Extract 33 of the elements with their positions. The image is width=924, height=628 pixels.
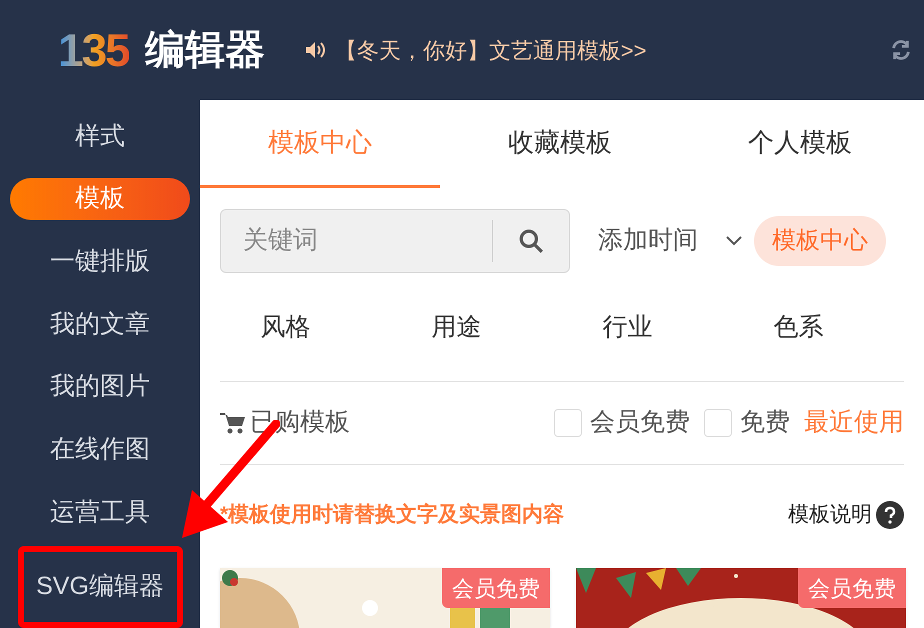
sidebar-item[interactable]: 我的文章	[10, 303, 190, 346]
checkbox[interactable]	[704, 409, 732, 438]
search-icon[interactable]	[518, 228, 544, 254]
tab[interactable]: 收藏模板	[440, 100, 680, 188]
cart-icon	[220, 412, 246, 434]
sidebar-item[interactable]: 在线作图	[10, 428, 190, 472]
sidebar-item[interactable]: 一键排版	[10, 240, 190, 284]
sidebar-item[interactable]: 样式	[10, 115, 190, 158]
member-free-badge: 会员免费	[442, 568, 550, 608]
logo-title: 编辑器	[144, 30, 265, 70]
checkbox-label: 会员免费	[590, 407, 690, 438]
checkbox[interactable]	[554, 409, 582, 438]
sidebar-item[interactable]: 运营工具	[10, 491, 190, 534]
search-field[interactable]: 关键词	[221, 222, 492, 260]
filter-option[interactable]: 色系	[713, 309, 884, 347]
filter-option[interactable]: 风格	[200, 309, 371, 347]
filter-option[interactable]: 用途	[371, 309, 542, 347]
member-free-badge: 会员免费	[798, 568, 906, 608]
sort-dropdown[interactable]: 添加时间	[598, 222, 742, 260]
chevron-down-icon	[726, 236, 742, 246]
tab[interactable]: 个人模板	[680, 100, 920, 188]
search-bar[interactable]: 关键词	[220, 209, 570, 273]
sidebar-item[interactable]: SVG编辑器	[18, 546, 182, 628]
filter-option[interactable]: 行业	[542, 309, 713, 347]
checkbox-label: 免费	[740, 407, 790, 438]
notice-link[interactable]: 【冬天，你好】文艺通用模板>>	[334, 34, 646, 66]
usage-note: *模板使用时请替换文字及实景图内容	[220, 502, 564, 528]
refresh-icon[interactable]	[890, 39, 912, 61]
help-link[interactable]: 模板说明	[788, 499, 872, 531]
question-icon[interactable]	[876, 501, 904, 530]
sidebar-item[interactable]: 我的图片	[10, 366, 190, 409]
category-tag: 模板中心	[754, 216, 886, 266]
speaker-icon	[304, 41, 327, 59]
